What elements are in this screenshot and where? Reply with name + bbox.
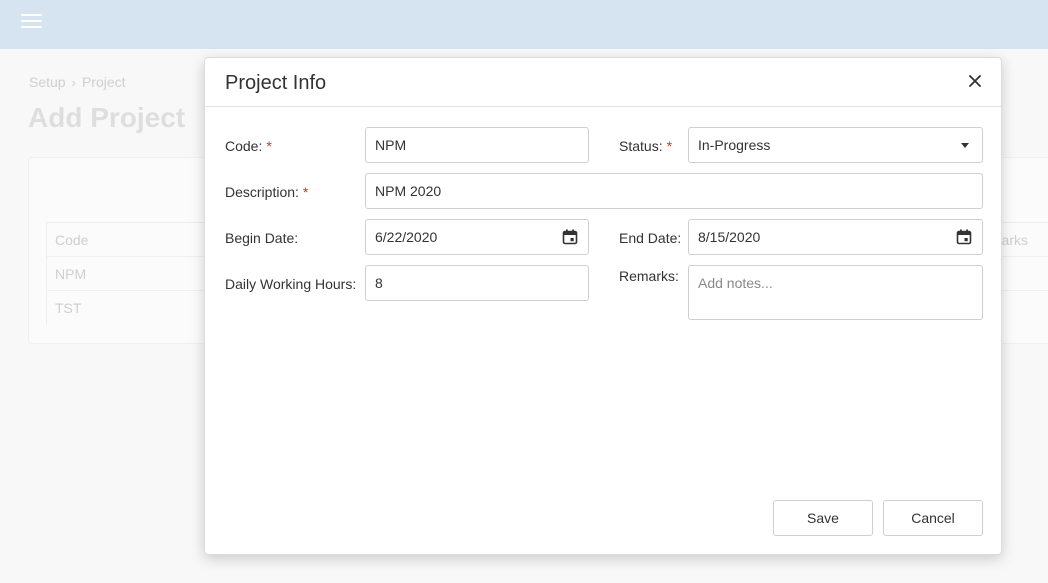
- top-app-bar: [0, 0, 1048, 49]
- caret-down-icon: [961, 143, 969, 148]
- code-input[interactable]: [365, 127, 589, 163]
- status-selected-value: In-Progress: [698, 137, 771, 153]
- cancel-button[interactable]: Cancel: [883, 500, 983, 536]
- calendar-icon[interactable]: [562, 229, 578, 245]
- daily-working-hours-input[interactable]: [365, 265, 589, 301]
- begin-date-value: 6/22/2020: [375, 229, 438, 245]
- code-label: Code: *: [225, 138, 272, 154]
- hamburger-menu-icon[interactable]: [21, 13, 42, 29]
- save-button[interactable]: Save: [773, 500, 873, 536]
- daily-working-hours-label: Daily Working Hours:: [225, 276, 357, 292]
- status-label: Status: *: [619, 138, 673, 154]
- calendar-icon[interactable]: [956, 229, 972, 245]
- breadcrumb: Setup › Project: [29, 74, 126, 90]
- remarks-textarea[interactable]: [688, 265, 983, 320]
- required-asterisk: *: [266, 138, 272, 154]
- end-date-label: End Date:: [619, 230, 682, 246]
- page-title: Add Project: [28, 102, 186, 133]
- begin-date-label: Begin Date:: [225, 230, 299, 246]
- project-info-dialog: Project Info Code:* Status:* In-Progress…: [204, 57, 1002, 555]
- end-date-picker[interactable]: 8/15/2020: [688, 219, 983, 255]
- remarks-label: Remarks:: [619, 268, 679, 284]
- required-asterisk: *: [666, 138, 673, 154]
- table-header-remarks: arks: [1001, 232, 1028, 248]
- breadcrumb-setup[interactable]: Setup: [29, 74, 66, 90]
- begin-date-picker[interactable]: 6/22/2020: [365, 219, 589, 255]
- close-icon[interactable]: [965, 71, 985, 91]
- dialog-title: Project Info: [225, 72, 327, 94]
- required-asterisk: *: [302, 184, 309, 200]
- description-label: Description: *: [225, 184, 309, 200]
- end-date-value: 8/15/2020: [698, 229, 761, 245]
- breadcrumb-project: Project: [81, 74, 126, 90]
- dialog-header: Project Info: [205, 58, 1001, 107]
- status-select[interactable]: In-Progress: [688, 127, 983, 163]
- description-input[interactable]: [365, 173, 983, 209]
- breadcrumb-separator-icon: ›: [71, 74, 76, 90]
